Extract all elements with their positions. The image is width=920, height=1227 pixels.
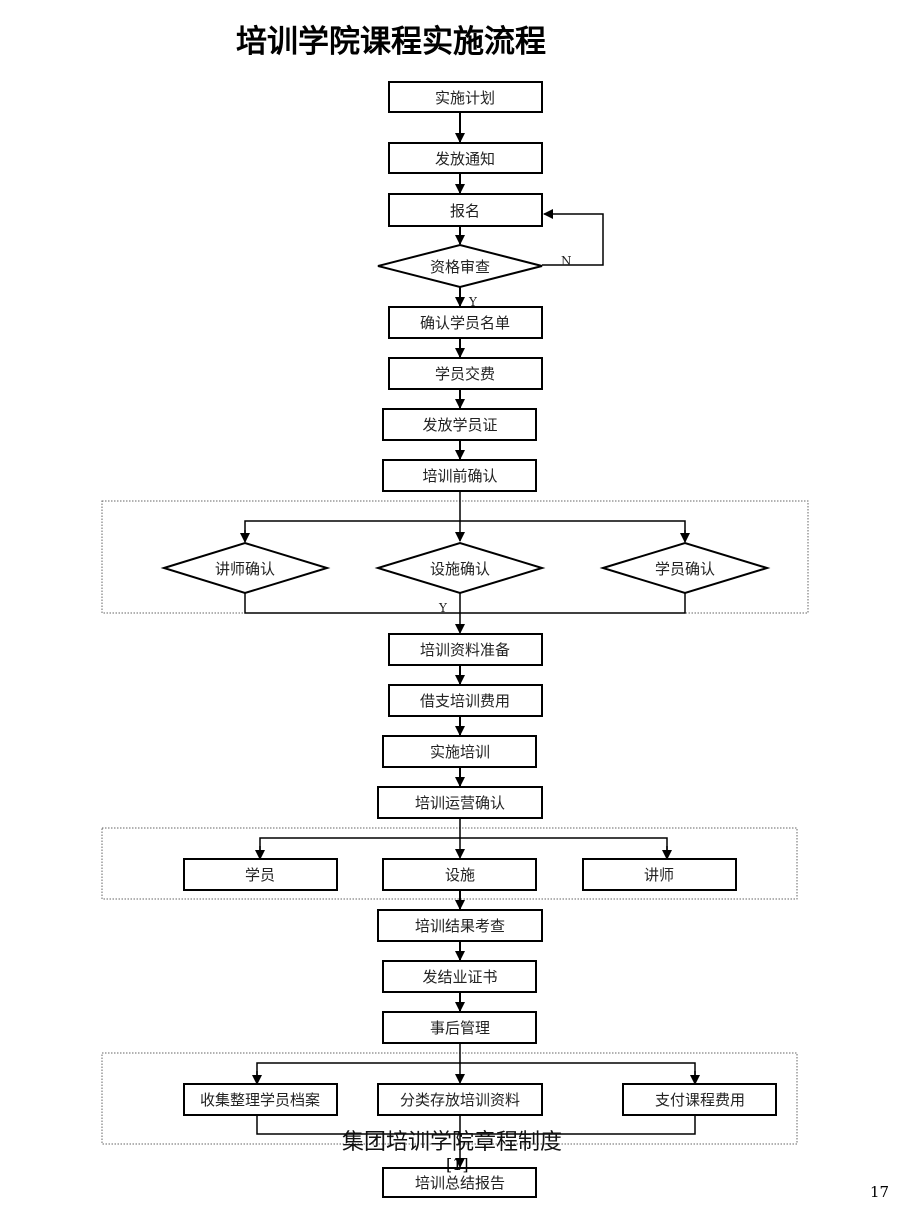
footer-text: 集团培训学院章程制度 [342,1130,563,1155]
node-advance-label: 借支培训费用 [420,692,510,710]
node-card-label: 发放学员证 [422,416,497,434]
node-students-label: 学员 [245,866,275,884]
node-qualify-label: 资格审查 [430,258,490,276]
node-store-label: 分类存放培训资料 [400,1091,520,1109]
node-notice-label: 发放通知 [435,150,495,168]
edge-label-yes-merge: Y [438,601,448,615]
page-number: 17 [870,1183,890,1201]
node-fee-label: 学员交费 [435,365,495,383]
node-post-label: 事后管理 [430,1019,490,1037]
edge-merge [244,593,686,614]
edge [244,520,686,541]
node-materials-label: 培训资料准备 [420,641,510,659]
node-plan-label: 实施计划 [435,89,495,107]
edge [256,1062,696,1083]
edge-label-yes: Y [468,295,478,309]
node-pre-confirm-label: 培训前确认 [422,467,497,485]
node-ops-confirm-label: 培训运营确认 [415,794,505,812]
node-facility-confirm-label: 设施确认 [430,560,490,578]
node-summary-label: 培训总结报告 [415,1174,505,1192]
edge [259,837,668,858]
edge-no-loop [542,209,604,266]
node-student-confirm-label: 学员确认 [655,560,715,578]
node-certificate-label: 发结业证书 [422,968,497,986]
node-lecturers-label: 讲师 [644,866,674,884]
node-pay-label: 支付课程费用 [655,1091,745,1109]
node-result-check-label: 培训结果考查 [415,917,505,935]
node-conduct-label: 实施培训 [430,743,490,761]
footnote-marker[interactable]: [1] [446,1155,469,1174]
node-confirm-list-label: 确认学员名单 [420,314,510,332]
node-facilities-label: 设施 [445,866,475,884]
node-signup-label: 报名 [450,202,480,220]
node-lecturer-confirm-label: 讲师确认 [215,560,275,578]
edge-label-no: N [561,254,572,268]
node-archive-label: 收集整理学员档案 [200,1091,320,1109]
flowchart: 实施计划 发放通知 报名 资格审查 确认学员名单 学员交费 发放学员证 培训前确… [101,81,809,1198]
